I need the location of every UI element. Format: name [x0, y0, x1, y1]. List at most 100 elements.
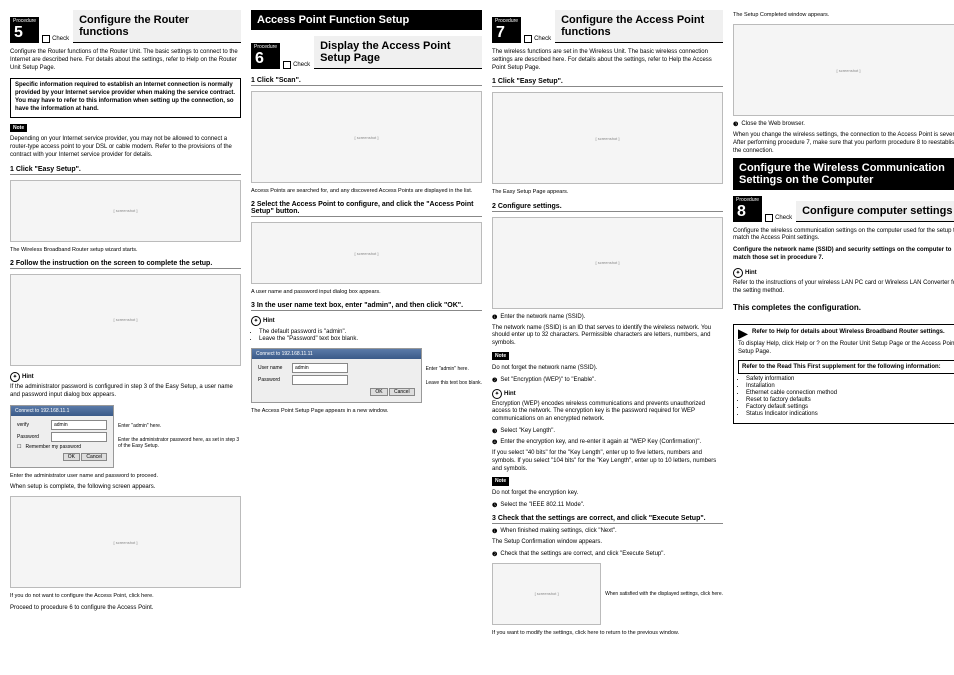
hint-icon: ✦: [251, 316, 261, 326]
hint-icon: ✦: [492, 389, 502, 399]
proc7-cap1: The Easy Setup Page appears.: [492, 189, 723, 196]
column-3: Procedure 7 Check Configure the Access P…: [492, 10, 723, 639]
login-titlebar: Connect to 192.168.11.1: [11, 406, 113, 416]
screenshot-placeholder: [ screenshot ]: [251, 91, 482, 183]
proc7-s3b: ❷Check that the settings are correct, an…: [492, 551, 723, 558]
proc5-note-text: Depending on your Internet service provi…: [10, 136, 241, 159]
proc5-hint-text: If the administrator password is configu…: [10, 384, 241, 400]
proc7-s3a: ❶When finished making settings, click "N…: [492, 528, 723, 535]
checkbox-icon: [283, 61, 291, 69]
proc8-hint-text: Refer to the instructions of your wirele…: [733, 280, 954, 296]
proc6-cap1: Access Points are searched for, and any …: [251, 188, 482, 195]
screenshot-placeholder: [ screenshot ]: [10, 274, 241, 366]
login-caption: Enter the administrator user name and pa…: [10, 473, 241, 480]
procedure-number: 8: [733, 204, 762, 222]
checkbox-icon: [524, 35, 532, 43]
proc5-complete: When setup is complete, the following sc…: [10, 484, 241, 492]
check-area: Check: [765, 214, 792, 222]
note-badge: Note: [10, 124, 27, 133]
hint-icon: ✦: [733, 268, 743, 278]
screenshot-placeholder: [ screenshot ]: [10, 496, 241, 588]
check-label: Check: [52, 36, 69, 42]
screenshot-placeholder: [ screenshot ]: [492, 217, 723, 309]
cancel-button[interactable]: Cancel: [389, 388, 415, 396]
screenshot-placeholder: [ screenshot ]: [733, 24, 954, 116]
cancel-button[interactable]: Cancel: [81, 453, 107, 461]
info-box: Specific information required to establi…: [10, 78, 241, 117]
login-callouts: Enter "admin" here. Leave this text box …: [426, 345, 482, 406]
proc7-step1: 1 Click "Easy Setup".: [492, 78, 723, 87]
proc7-s2a: ❶Enter the network name (SSID).: [492, 314, 723, 321]
proc7-intro: The wireless functions are set in the Wi…: [492, 49, 723, 72]
procedure-number: 5: [10, 25, 39, 43]
inner-box-title: Refer to the Read This First supplement …: [738, 360, 954, 374]
proc7-s2d: ❹Enter the encryption key, and re-enter …: [492, 439, 723, 446]
refer-items: Safety information Installation Ethernet…: [746, 376, 954, 417]
note-badge: Note: [492, 352, 509, 361]
proc6-cap2: A user name and password input dialog bo…: [251, 289, 482, 296]
proc8-bold: Configure the network name (SSID) and se…: [733, 247, 954, 263]
login-callouts: Enter "admin" here. Enter the administra…: [118, 402, 241, 471]
hint-bullets: The default password is "admin". Leave t…: [259, 328, 482, 343]
procedure-7-title: Configure the Access Point functions: [555, 10, 723, 43]
proc5-cap1: The Wireless Broadband Router setup wiza…: [10, 247, 241, 254]
proc5-cap2: If you do not want to configure the Acce…: [10, 593, 241, 600]
proc7-cap4: The Setup Completed window appears.: [733, 12, 954, 19]
proc8-intro: Configure the wireless communication set…: [733, 228, 954, 244]
proc7-s2b: ❷Set "Encryption (WEP)" to "Enable".: [492, 377, 723, 384]
login-titlebar: Connect to 192.168.11.11: [252, 349, 421, 359]
column-1: Procedure 5 Check Configure the Router f…: [10, 10, 241, 639]
proc5-step1: 1 Click "Easy Setup".: [10, 166, 241, 175]
procedure-8-header: Procedure 8 Check Configure computer set…: [733, 196, 954, 222]
refer-title: Refer to Help for details about Wireless…: [752, 329, 945, 339]
proc6-step1: 1 Click "Scan".: [251, 77, 482, 86]
check-label: Check: [775, 215, 792, 221]
hint-icon: ✦: [10, 372, 20, 382]
checkbox-icon: [765, 214, 773, 222]
screenshot-placeholder: [ screenshot ]: [10, 180, 241, 242]
procedure-6-title: Display the Access Point Setup Page: [314, 36, 482, 69]
callout: When satisfied with the displayed settin…: [605, 560, 723, 628]
screenshot-placeholder: [ screenshot ]: [492, 563, 601, 625]
proc7-step2: 2 Configure settings.: [492, 203, 723, 212]
login-dialog-mock: Connect to 192.168.11.11 User name Passw…: [251, 348, 422, 403]
check-area: Check: [283, 61, 310, 69]
checkbox-icon: [42, 35, 50, 43]
hint-row: ✦ Hint: [492, 389, 723, 399]
procedure-8-title: Configure computer settings: [796, 201, 954, 222]
note-badge: Note: [492, 477, 509, 486]
section-title-ap: Access Point Function Setup: [251, 10, 482, 30]
proc7-cap-bottom: If you want to modify the settings, clic…: [492, 630, 723, 637]
proc7-step3: 3 Check that the settings are correct, a…: [492, 515, 723, 524]
proc7-s2e: ❺Select the "IEEE 802.11 Mode".: [492, 502, 723, 509]
refer-box: Refer to Help for details about Wireless…: [733, 324, 954, 424]
procedure-5-header: Procedure 5 Check Configure the Router f…: [10, 10, 241, 43]
ok-button[interactable]: OK: [370, 388, 387, 396]
proc7-s4: ❸Close the Web browser.: [733, 121, 954, 128]
login-dialog-mock: Connect to 192.168.11.1 verify Password …: [10, 405, 114, 468]
screenshot-placeholder: [ screenshot ]: [251, 222, 482, 284]
completes-text: This completes the configuration.: [733, 303, 954, 312]
proc5-intro: Configure the Router functions of the Ro…: [10, 49, 241, 72]
refer-text: To display Help, click Help or ? on the …: [738, 341, 954, 357]
ok-button[interactable]: OK: [63, 453, 80, 461]
login-user-input[interactable]: [292, 363, 348, 373]
login-user-input[interactable]: [51, 420, 107, 430]
procedure-6-header: Procedure 6 Check Display the Access Poi…: [251, 36, 482, 69]
proc6-step3: 3 In the user name text box, enter "admi…: [251, 302, 482, 311]
column-2: Access Point Function Setup Procedure 6 …: [251, 10, 482, 639]
proc5-outro: Proceed to procedure 6 to configure the …: [10, 605, 241, 613]
section-title-wc: Configure the Wireless Communication Set…: [733, 158, 954, 190]
login-pass-input[interactable]: [292, 375, 348, 385]
proc6-cap3: The Access Point Setup Page appears in a…: [251, 408, 482, 415]
arrow-icon: [738, 329, 748, 339]
check-area: Check: [524, 35, 551, 43]
procedure-number: 7: [492, 25, 521, 43]
proc7-s2c: ❸Select "Key Length".: [492, 428, 723, 435]
procedure-7-header: Procedure 7 Check Configure the Access P…: [492, 10, 723, 43]
login-pass-input[interactable]: [51, 432, 107, 442]
hint-row: ✦ Hint: [10, 372, 241, 382]
check-label: Check: [534, 36, 551, 42]
procedure-5-title: Configure the Router functions: [73, 10, 241, 43]
procedure-number: 6: [251, 51, 280, 69]
